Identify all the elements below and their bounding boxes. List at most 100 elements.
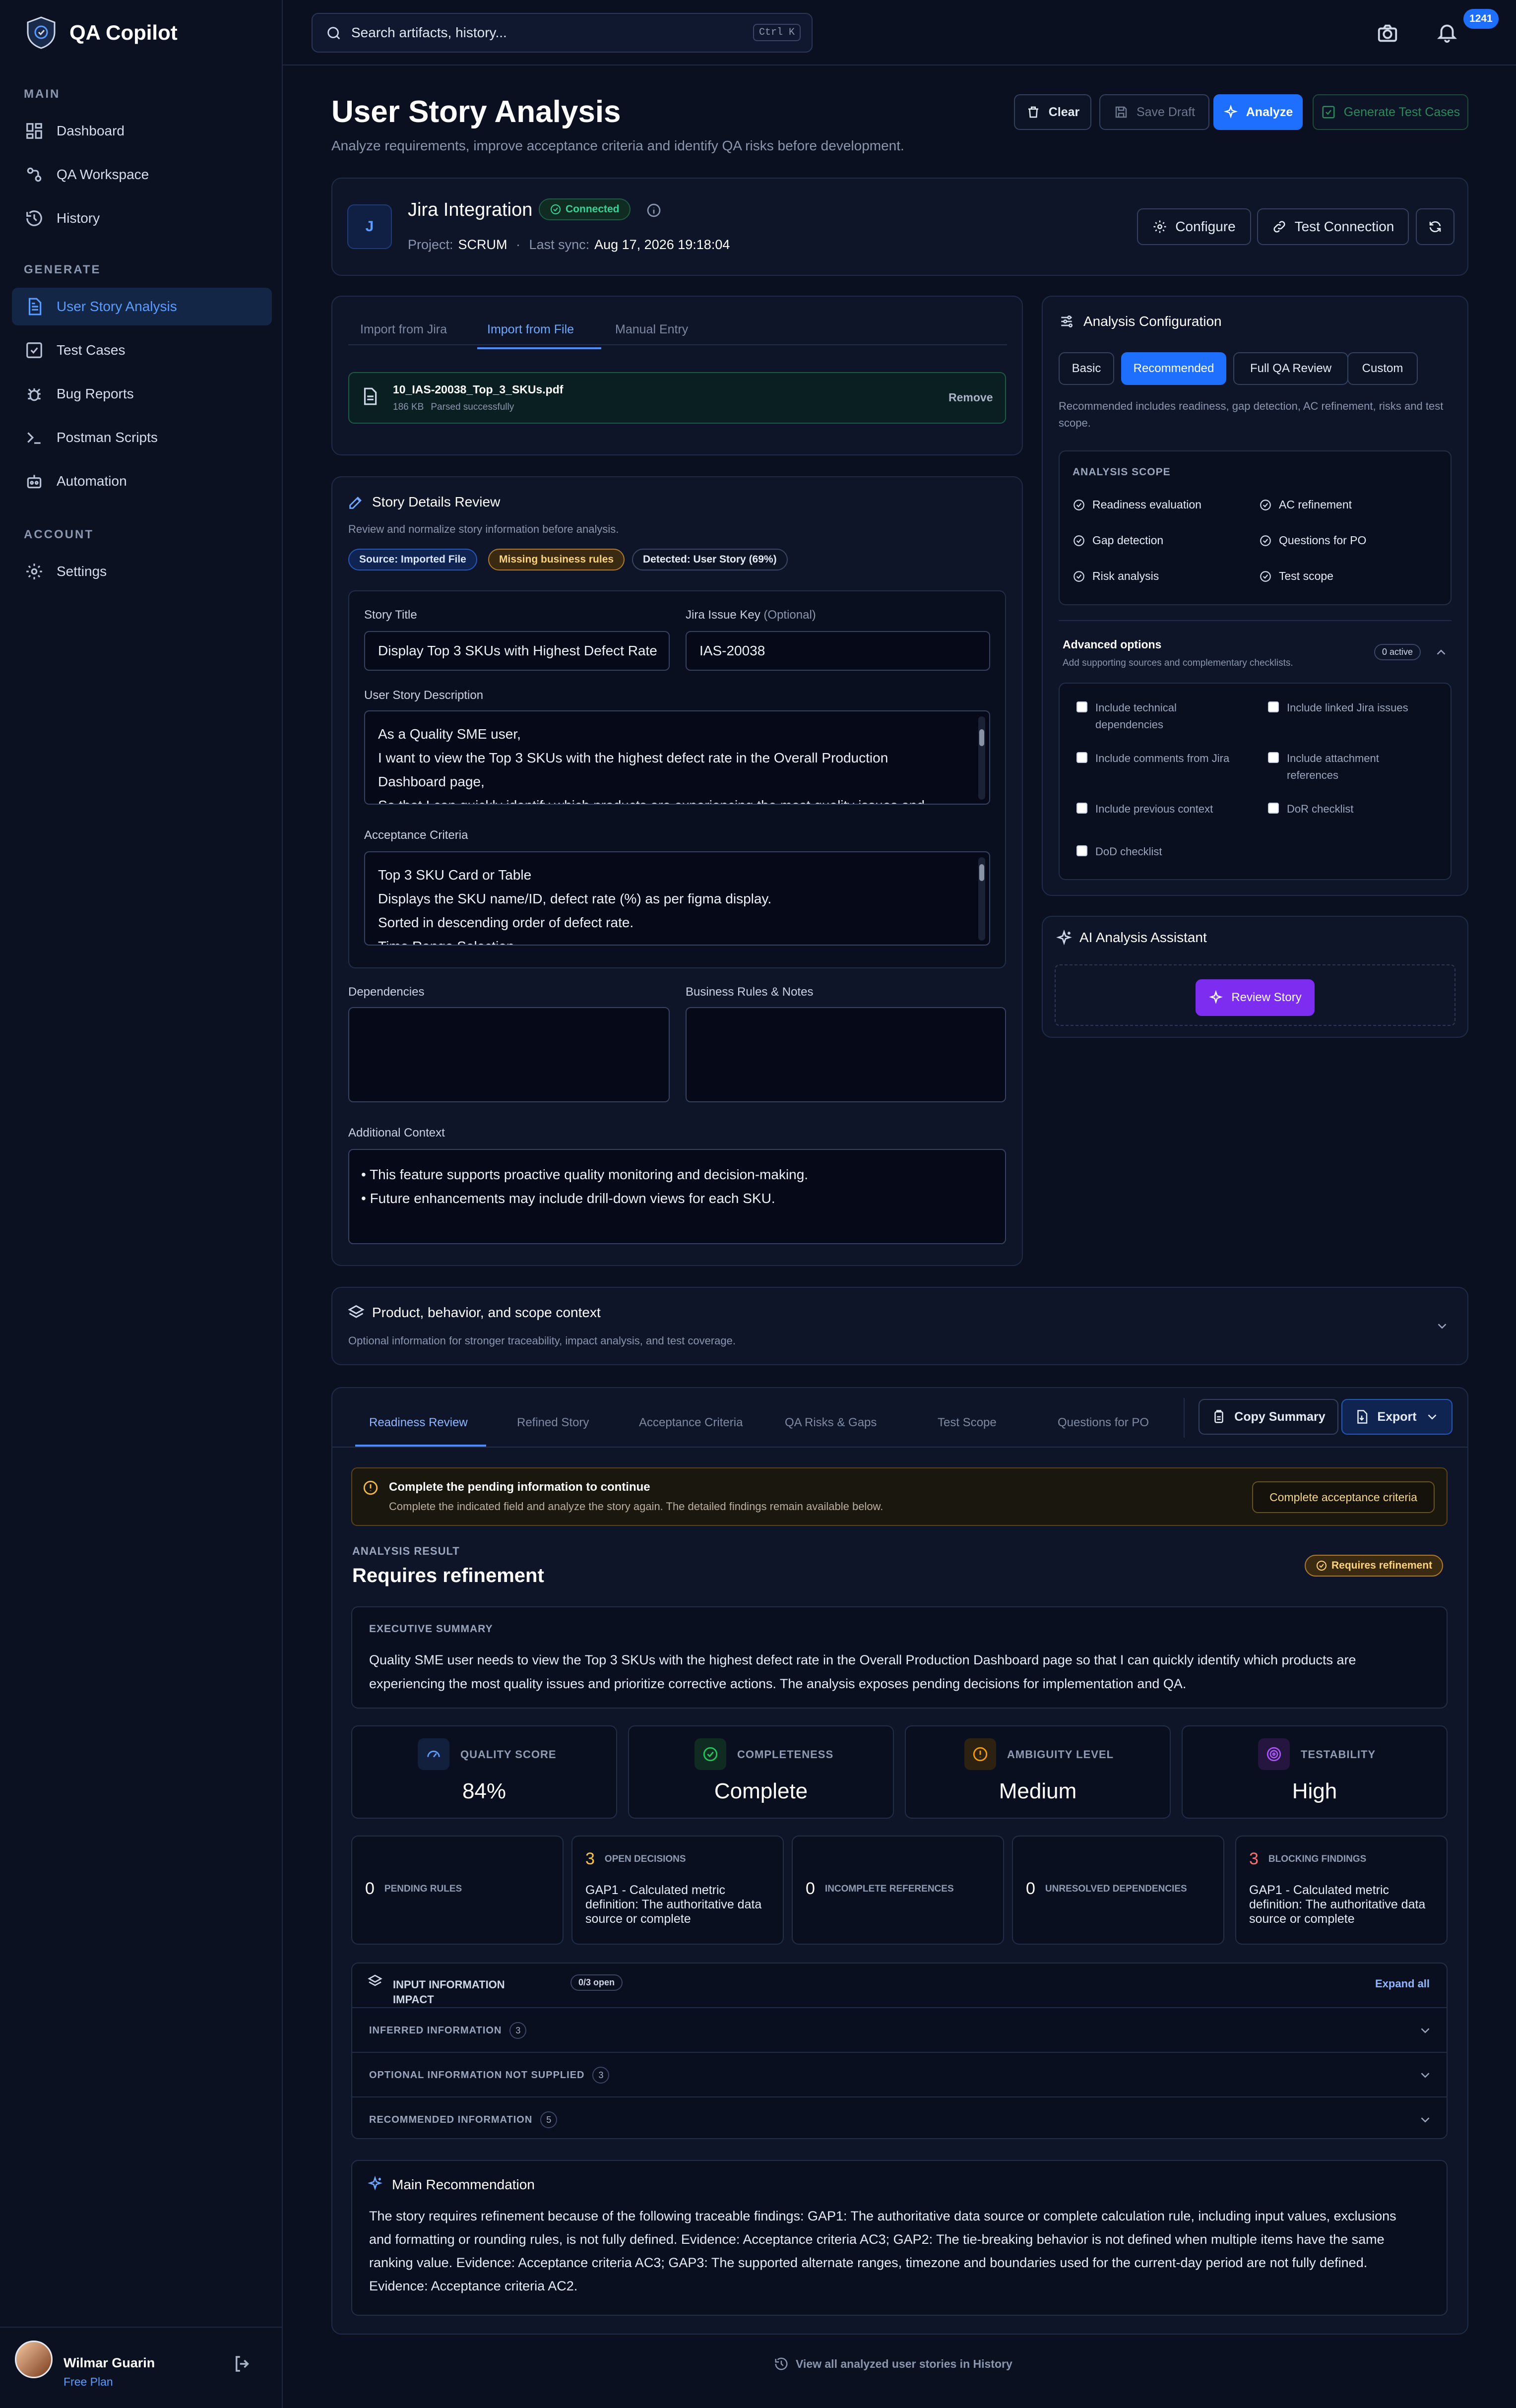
checkbox[interactable] [1268, 701, 1279, 712]
metric-title: TESTABILITY [1301, 1747, 1376, 1762]
option-dor-checklist[interactable]: DoR checklist [1268, 801, 1396, 818]
avatar[interactable] [15, 2341, 53, 2378]
scrollbar[interactable] [978, 716, 985, 800]
preset-custom[interactable]: Custom [1347, 352, 1418, 385]
pencil-icon [349, 497, 362, 509]
tab-test-scope[interactable]: Test Scope [938, 1416, 997, 1430]
sidebar-item-dashboard[interactable]: Dashboard [12, 112, 272, 150]
sidebar-item-label: History [57, 210, 100, 226]
uploaded-file [348, 372, 1006, 424]
file-size: 186 KB [393, 402, 424, 412]
business-rules-textarea[interactable] [686, 1007, 1006, 1102]
export-button[interactable]: Export [1341, 1399, 1453, 1435]
shield-logo-icon [27, 16, 56, 49]
clear-button[interactable]: Clear [1014, 94, 1091, 130]
generate-test-cases-button[interactable]: Generate Test Cases [1313, 94, 1468, 130]
search-input[interactable]: Search artifacts, history... Ctrl K [312, 13, 813, 53]
analyze-button[interactable]: Analyze [1213, 94, 1303, 130]
business-rules-label: Business Rules & Notes [686, 985, 814, 999]
metric-icon-box [418, 1738, 449, 1770]
checkbox[interactable] [1076, 845, 1087, 856]
check-circle-icon [1074, 535, 1084, 546]
checkbox[interactable] [1076, 752, 1087, 763]
configure-button[interactable]: Configure [1137, 208, 1251, 245]
section-account-label: ACCOUNT [24, 528, 94, 541]
sidebar-item-test-cases[interactable]: Test Cases [12, 331, 272, 369]
chevron-down-icon[interactable] [1418, 2023, 1433, 2038]
preset-recommended[interactable]: Recommended [1121, 352, 1226, 385]
tab-questions-for-po[interactable]: Questions for PO [1058, 1416, 1149, 1430]
chevron-up-icon[interactable] [1434, 645, 1449, 660]
context-section[interactable] [331, 1287, 1468, 1365]
context-textarea[interactable]: • This feature supports proactive qualit… [348, 1149, 1006, 1244]
option-comments-from-jira[interactable]: Include comments from Jira [1076, 750, 1234, 767]
metric-value: Complete [714, 1779, 808, 1803]
preset-basic[interactable]: Basic [1059, 352, 1114, 385]
option-linked-jira-issues[interactable]: Include linked Jira issues [1268, 699, 1436, 716]
checkbox[interactable] [1076, 701, 1087, 712]
layers-icon [368, 1974, 382, 1986]
checkbox[interactable] [1268, 752, 1279, 763]
tab-import-from-jira[interactable]: Import from Jira [360, 322, 447, 337]
sidebar-item-qa-workspace[interactable]: QA Workspace [12, 156, 272, 193]
notification-badge: 1241 [1463, 9, 1499, 29]
copy-summary-button[interactable]: Copy Summary [1199, 1399, 1338, 1435]
impact-row-inferred[interactable]: INFERRED INFORMATION 3 [369, 2022, 527, 2039]
option-technical-dependencies[interactable]: Include technical dependencies [1076, 699, 1204, 733]
tab-qa-risks-gaps[interactable]: QA Risks & Gaps [785, 1416, 877, 1430]
tab-readiness-review[interactable]: Readiness Review [369, 1416, 468, 1430]
counter-head: 0 PENDING RULES [365, 1879, 462, 1899]
description-line: Dashboard page, [378, 774, 485, 789]
expand-all-button[interactable]: Expand all [1375, 1977, 1430, 1990]
checkbox[interactable] [1076, 803, 1087, 814]
impact-row-recommended[interactable]: RECOMMENDED INFORMATION 5 [369, 2111, 558, 2128]
sidebar-item-settings[interactable]: Settings [12, 553, 272, 590]
sidebar-item-user-story-analysis[interactable]: User Story Analysis [12, 288, 272, 325]
dependencies-textarea[interactable] [348, 1007, 670, 1102]
chevron-down-icon[interactable] [1418, 2068, 1433, 2083]
app-name: QA Copilot [69, 21, 178, 44]
active-tab-indicator [477, 347, 601, 349]
description-textarea[interactable]: As a Quality SME user, I want to view th… [364, 710, 990, 805]
advanced-options-title[interactable]: Advanced options [1063, 638, 1161, 651]
complete-acceptance-criteria-button[interactable]: Complete acceptance criteria [1252, 1481, 1435, 1513]
test-connection-button[interactable]: Test Connection [1257, 208, 1409, 245]
save-draft-button[interactable]: Save Draft [1099, 94, 1209, 130]
logout-icon[interactable] [232, 2353, 253, 2374]
sidebar-item-automation[interactable]: Automation [12, 462, 272, 500]
refresh-button[interactable] [1416, 208, 1454, 245]
brand[interactable]: QA Copilot [24, 15, 178, 51]
info-icon[interactable] [646, 202, 662, 218]
document-icon [28, 298, 42, 316]
ac-label: Acceptance Criteria [364, 828, 468, 842]
preset-full-qa-review[interactable]: Full QA Review [1233, 352, 1348, 385]
tab-manual-entry[interactable]: Manual Entry [615, 322, 688, 337]
story-title-input[interactable]: Display Top 3 SKUs with Highest Defect R… [364, 631, 670, 671]
tab-import-from-file[interactable]: Import from File [487, 322, 574, 337]
sidebar-item-label: Bug Reports [57, 386, 134, 401]
ac-textarea[interactable]: Top 3 SKU Card or Table Displays the SKU… [364, 851, 990, 946]
scrollbar[interactable] [978, 857, 985, 941]
sidebar-item-bug-reports[interactable]: Bug Reports [12, 375, 272, 413]
sidebar-item-label: User Story Analysis [57, 299, 177, 314]
issue-key-input[interactable]: IAS-20038 [686, 631, 990, 671]
sidebar-item-history[interactable]: History [12, 199, 272, 237]
bell-icon[interactable] [1436, 21, 1458, 44]
impact-row-optional[interactable]: OPTIONAL INFORMATION NOT SUPPLIED 3 [369, 2067, 610, 2084]
camera-icon[interactable] [1376, 22, 1399, 45]
chevron-down-icon[interactable] [1418, 2112, 1433, 2127]
option-previous-context[interactable]: Include previous context [1076, 801, 1244, 818]
history-link[interactable]: View all analyzed user stories in Histor… [774, 2356, 1012, 2371]
option-attachment-references[interactable]: Include attachment references [1268, 750, 1396, 784]
sidebar-item-postman-scripts[interactable]: Postman Scripts [12, 419, 272, 456]
checkbox[interactable] [1268, 803, 1279, 814]
remove-file-button[interactable]: Remove [948, 391, 993, 404]
tab-acceptance-criteria[interactable]: Acceptance Criteria [639, 1416, 743, 1430]
dependencies-label: Dependencies [348, 985, 425, 999]
chevron-down-icon[interactable] [1435, 1319, 1450, 1333]
impact-row-label: RECOMMENDED INFORMATION [369, 2114, 533, 2125]
option-dod-checklist[interactable]: DoD checklist [1076, 843, 1204, 860]
review-story-button[interactable]: Review Story [1196, 979, 1315, 1016]
test-connection-label: Test Connection [1294, 219, 1394, 234]
tab-refined-story[interactable]: Refined Story [517, 1416, 589, 1430]
